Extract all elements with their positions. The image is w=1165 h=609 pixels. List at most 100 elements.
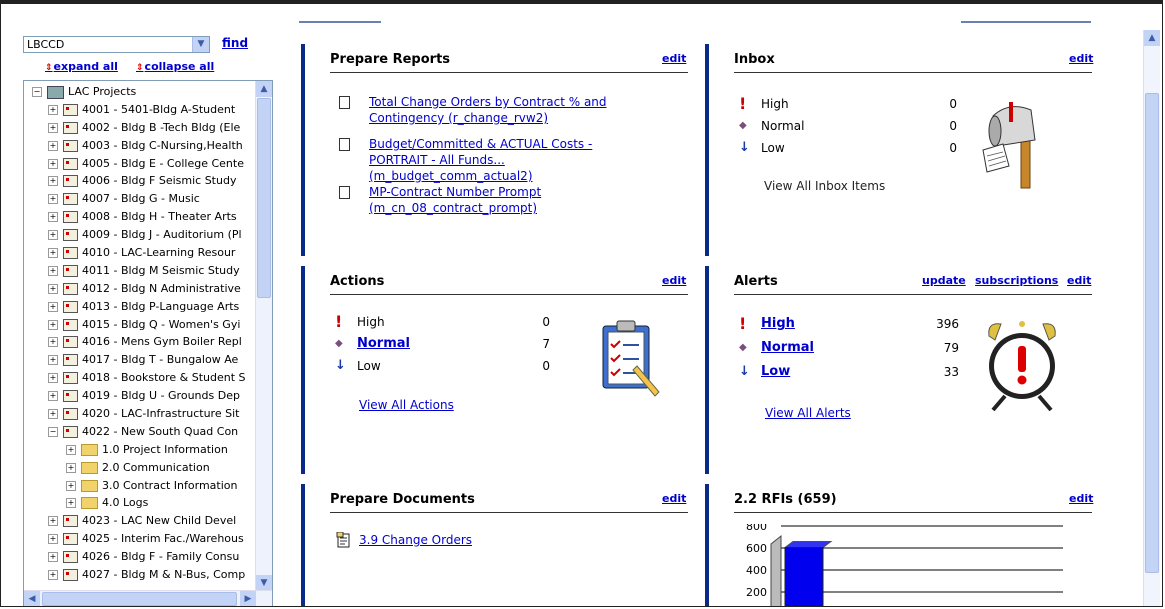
tree-node-label[interactable]: 2.0 Communication [102,461,210,474]
report-link-line[interactable]: (m_cn_08_contract_prompt) [369,200,541,216]
tree-vertical-scrollbar[interactable]: ▲ ▼ [255,81,272,591]
collapse-toggle-icon[interactable]: − [32,87,42,97]
expand-toggle-icon[interactable]: + [48,355,58,366]
expand-toggle-icon[interactable]: + [48,301,58,312]
view-all-actions-link[interactable]: View All Actions [359,398,454,412]
edit-link[interactable]: edit [662,274,686,287]
expand-toggle-icon[interactable]: + [48,122,58,133]
tree-node-label[interactable]: 4020 - LAC-Infrastructure Sit [82,407,239,420]
tree-node-label[interactable]: 4.0 Logs [102,496,148,509]
tree-project-node[interactable]: +4016 - Mens Gym Boiler Repl [24,333,256,351]
tree-node-label[interactable]: 4007 - Bldg G - Music [82,192,200,205]
tree-project-node[interactable]: +4013 - Bldg P-Language Arts [24,298,256,316]
expand-toggle-icon[interactable]: + [48,265,58,276]
tree-node-label[interactable]: 4012 - Bldg N Administrative [82,282,241,295]
expand-toggle-icon[interactable]: + [48,570,58,581]
tree-node-label[interactable]: 3.0 Contract Information [102,479,237,492]
expand-toggle-icon[interactable]: + [66,498,76,509]
expand-toggle-icon[interactable]: + [48,104,58,115]
report-item[interactable]: MP-Contract Number Prompt (m_cn_08_contra… [369,184,541,216]
tree-project-node[interactable]: +4001 - 5401-Bldg A-Student [24,101,256,119]
tree-project-node[interactable]: +4006 - Bldg F Seismic Study [24,172,256,190]
expand-toggle-icon[interactable]: + [48,534,58,545]
tree-node-label[interactable]: 4002 - Bldg B -Tech Bldg (Ele [82,121,240,134]
report-link-line[interactable]: PORTRAIT - All Funds... [369,152,592,168]
tree-root-node[interactable]: − LAC Projects [24,83,256,101]
expand-toggle-icon[interactable]: + [48,409,58,420]
report-link-line[interactable]: Budget/Committed & ACTUAL Costs - [369,136,592,152]
tree-folder-node[interactable]: +2.0 Communication [24,459,256,477]
expand-toggle-icon[interactable]: + [66,462,76,473]
scroll-up-icon[interactable]: ▲ [256,81,272,97]
view-all-inbox-link[interactable]: View All Inbox Items [764,179,885,193]
scroll-down-icon[interactable]: ▼ [256,575,272,591]
tree-folder-node[interactable]: +1.0 Project Information [24,441,256,459]
find-link[interactable]: find [222,36,248,50]
scroll-left-icon[interactable]: ◀ [24,591,40,606]
tree-node-label[interactable]: 4010 - LAC-Learning Resour [82,246,235,259]
report-link-line[interactable]: MP-Contract Number Prompt [369,184,541,200]
expand-toggle-icon[interactable]: + [48,337,58,348]
subscriptions-link[interactable]: subscriptions [975,274,1058,287]
report-link-line[interactable]: Contingency (r_change_rvw2) [369,110,607,126]
expand-toggle-icon[interactable]: + [48,176,58,187]
tree-node-label[interactable]: 4011 - Bldg M Seismic Study [82,264,240,277]
normal-actions-link[interactable]: Normal [357,334,410,354]
update-link[interactable]: update [922,274,966,287]
report-item[interactable]: Budget/Committed & ACTUAL Costs - PORTRAI… [369,136,592,184]
expand-toggle-icon[interactable]: + [48,552,58,563]
tree-folder-node[interactable]: +4.0 Logs [24,494,256,512]
edit-link[interactable]: edit [662,52,686,65]
report-item[interactable]: Total Change Orders by Contract % and Con… [369,94,607,126]
tree-node-label[interactable]: 4017 - Bldg T - Bungalow Ae [82,353,238,366]
tree-node-label[interactable]: 4015 - Bldg Q - Women's Gyi [82,318,240,331]
tree-project-node[interactable]: − 4022 - New South Quad Con [24,423,256,441]
tree-node-label[interactable]: 4001 - 5401-Bldg A-Student [82,103,235,116]
tree-node-label[interactable]: 4027 - Bldg M & N-Bus, Comp [82,568,245,581]
tree-project-node[interactable]: +4011 - Bldg M Seismic Study [24,262,256,280]
edit-link[interactable]: edit [1069,492,1093,505]
expand-toggle-icon[interactable]: + [48,212,58,223]
report-link-line[interactable]: (m_budget_comm_actual2) [369,168,592,184]
tree-node-label[interactable]: 4009 - Bldg J - Auditorium (Pl [82,228,242,241]
scroll-thumb[interactable] [257,98,271,298]
tree-folder-node[interactable]: +3.0 Contract Information [24,477,256,495]
expand-toggle-icon[interactable]: + [48,248,58,259]
edit-link[interactable]: edit [1069,52,1093,65]
expand-toggle-icon[interactable]: + [48,158,58,169]
tree-project-node[interactable]: +4003 - Bldg C-Nursing,Health [24,137,256,155]
collapse-all-link[interactable]: ⇕collapse all [136,60,214,73]
expand-toggle-icon[interactable]: + [48,283,58,294]
report-link-line[interactable]: Total Change Orders by Contract % and [369,94,607,110]
tree-node-label[interactable]: 4023 - LAC New Child Devel [82,514,236,527]
change-orders-link[interactable]: 3.9 Change Orders [359,533,472,547]
tree-project-node[interactable]: +4015 - Bldg Q - Women's Gyi [24,316,256,334]
collapse-toggle-icon[interactable]: − [48,426,58,437]
tree-node-label[interactable]: 4003 - Bldg C-Nursing,Health [82,139,243,152]
tree-project-node[interactable]: +4018 - Bookstore & Student S [24,369,256,387]
tree-node-label[interactable]: 4025 - Interim Fac./Warehous [82,532,244,545]
tree-project-node[interactable]: +4009 - Bldg J - Auditorium (Pl [24,226,256,244]
tree-project-node[interactable]: +4010 - LAC-Learning Resour [24,244,256,262]
page-scroll-thumb[interactable] [1145,93,1159,573]
tree-project-node[interactable]: +4007 - Bldg G - Music [24,190,256,208]
tree-project-node[interactable]: +4025 - Interim Fac./Warehous [24,530,256,548]
normal-alerts-link[interactable]: Normal [761,338,814,358]
scroll-thumb-horizontal[interactable] [42,592,237,606]
tree-node-label[interactable]: 4016 - Mens Gym Boiler Repl [82,335,242,348]
tree-node-label[interactable]: 4006 - Bldg F Seismic Study [82,174,236,187]
page-vertical-scrollbar[interactable]: ▲ [1143,30,1160,606]
expand-toggle-icon[interactable]: + [48,391,58,402]
tree-project-node[interactable]: +4017 - Bldg T - Bungalow Ae [24,351,256,369]
low-alerts-link[interactable]: Low [761,362,790,382]
tree-node-label[interactable]: 1.0 Project Information [102,443,228,456]
tree-node-label[interactable]: 4008 - Bldg H - Theater Arts [82,210,237,223]
edit-link[interactable]: edit [1067,274,1091,287]
expand-toggle-icon[interactable]: + [48,373,58,384]
tree-project-node[interactable]: +4026 - Bldg F - Family Consu [24,548,256,566]
tree-project-node[interactable]: +4023 - LAC New Child Devel [24,512,256,530]
project-select[interactable]: LBCCD ▼ [23,36,210,53]
tree-node-label[interactable]: 4026 - Bldg F - Family Consu [82,550,239,563]
tree-node-label[interactable]: 4005 - Bldg E - College Cente [82,157,244,170]
edit-link[interactable]: edit [662,492,686,505]
